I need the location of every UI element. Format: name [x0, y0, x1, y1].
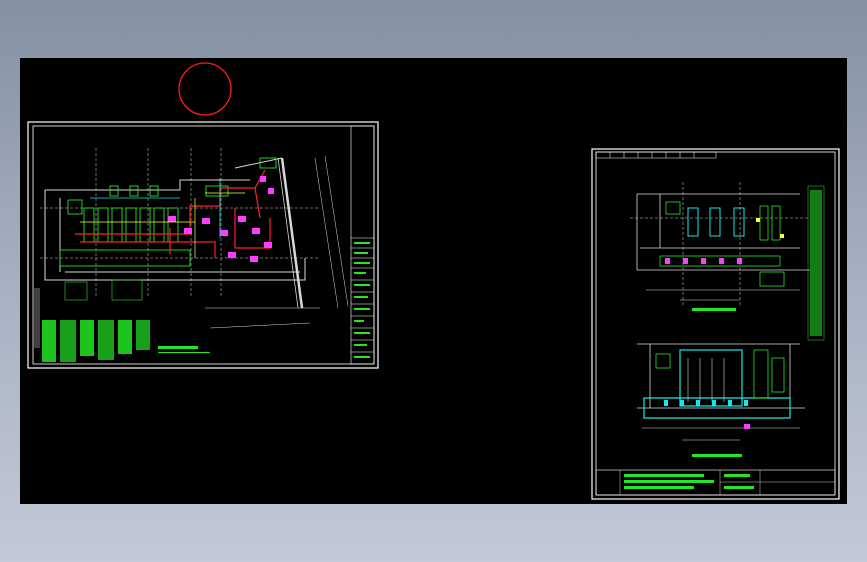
sheet-right-sections[interactable]: [591, 148, 840, 500]
sheet-left-floor-plan[interactable]: [27, 121, 379, 369]
cad-canvas[interactable]: [20, 58, 847, 504]
left-floor-plan: [34, 148, 349, 362]
red-circle-marker: [178, 62, 232, 116]
right-notes-column: [807, 185, 825, 341]
left-title-block: [350, 125, 375, 365]
right-lower-section: [637, 343, 805, 457]
right-upper-plan: [630, 182, 810, 311]
right-title-block: [595, 469, 836, 496]
left-title-block-text: [354, 242, 370, 358]
left-legend-tables: [34, 279, 210, 362]
right-header-strip: [595, 151, 717, 159]
cad-drawing-viewport[interactable]: [20, 58, 847, 504]
